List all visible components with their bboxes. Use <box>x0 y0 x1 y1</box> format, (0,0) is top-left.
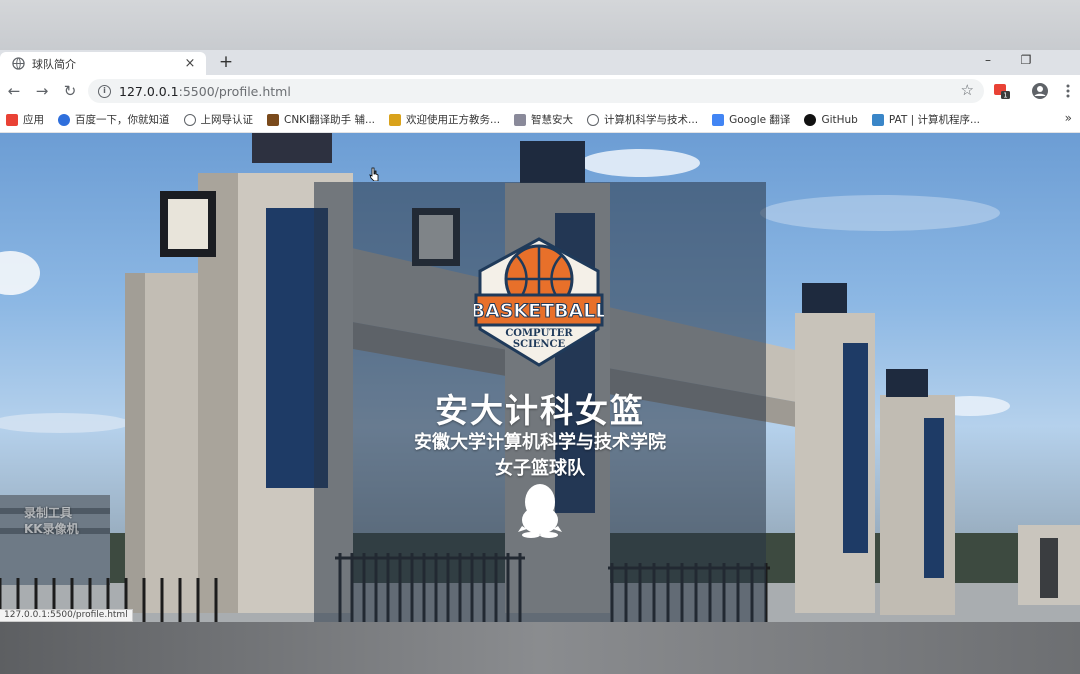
minimize-button[interactable]: – <box>968 50 1008 72</box>
forward-button[interactable]: → <box>28 77 56 105</box>
ahu-icon <box>514 113 527 126</box>
screen: 球队简介 × + – ❐ ← → ↻ i 127.0.0.1 :5500/pro… <box>0 0 1080 674</box>
page-viewport: BASKETBALL COMPUTER SCIENCE 安大计科女篮 安徽大学计… <box>0 133 1080 622</box>
status-bar-url: 127.0.0.1:5500/profile.html <box>0 609 133 622</box>
svg-text:1: 1 <box>1003 92 1007 100</box>
bookmarks-bar: 应用 百度一下，你就知道 上网导认证 CNKI翻译助手 辅... 欢迎使用正方教务...… <box>0 107 1080 133</box>
bookmark-item[interactable]: Google 翻译 <box>712 112 790 127</box>
bookmark-label: GitHub <box>821 113 858 126</box>
globe-icon <box>183 113 196 126</box>
basketball-team-logo: BASKETBALL COMPUTER SCIENCE <box>474 237 604 367</box>
bookmark-label: 应用 <box>23 114 44 126</box>
restore-button[interactable]: ❐ <box>1006 50 1046 72</box>
bookmark-item[interactable]: 应用 <box>6 112 44 127</box>
bookmark-label: PAT | 计算机程序... <box>888 114 980 126</box>
profile-avatar-icon[interactable] <box>1031 82 1049 100</box>
tab-strip: 球队简介 × + – ❐ <box>0 50 1080 75</box>
pat-icon <box>871 113 884 126</box>
team-name: 女子篮球队 <box>495 458 585 479</box>
bookmark-label: 上网导认证 <box>200 114 254 126</box>
logo-sub1: COMPUTER <box>505 328 573 339</box>
bookmark-item[interactable]: CNKI翻译助手 辅... <box>267 112 375 127</box>
desktop-bottom-band <box>0 622 1080 674</box>
new-tab-button[interactable]: + <box>216 52 236 72</box>
watermark-line2: KK录像机 <box>24 522 79 536</box>
globe-icon <box>587 113 600 126</box>
globe-icon <box>12 57 25 70</box>
baidu-paw-icon <box>58 113 70 126</box>
back-button[interactable]: ← <box>0 77 28 105</box>
cnki-icon <box>267 113 279 126</box>
college-name: 安徽大学计算机科学与技术学院 <box>414 432 666 453</box>
github-icon <box>804 113 817 126</box>
url-path: :5500/profile.html <box>178 83 291 99</box>
address-bar[interactable]: i 127.0.0.1 :5500/profile.html ☆ <box>88 79 984 103</box>
bookmark-label: Google 翻译 <box>729 114 791 126</box>
bookmark-label: CNKI翻译助手 辅... <box>284 114 376 126</box>
tab-profile[interactable]: 球队简介 × <box>0 52 206 75</box>
bookmark-item[interactable]: PAT | 计算机程序... <box>871 112 980 127</box>
logo-word: BASKETBALL <box>474 300 604 322</box>
google-translate-icon <box>712 113 725 126</box>
bookmark-star-icon[interactable]: ☆ <box>961 81 974 99</box>
watermark-line1: 录制工具 <box>24 506 73 520</box>
apps-grid-icon <box>6 113 18 126</box>
bookmark-label: 计算机科学与技术... <box>604 114 699 126</box>
bookmark-item[interactable]: 百度一下，你就知道 <box>58 112 170 127</box>
menu-kebab-icon[interactable] <box>1059 82 1077 100</box>
bookmark-item[interactable]: 欢迎使用正方教务... <box>389 112 500 127</box>
browser-toolbar: ← → ↻ i 127.0.0.1 :5500/profile.html ☆ 1 <box>0 75 1080 107</box>
bookmark-item[interactable]: 智慧安大 <box>514 112 573 127</box>
desktop-top-band <box>0 0 1080 50</box>
url-host: 127.0.0.1 <box>119 83 179 99</box>
bookmark-item[interactable]: 上网导认证 <box>183 112 254 127</box>
bookmarks-overflow-button[interactable]: » <box>1065 111 1072 125</box>
tab-close-icon[interactable]: × <box>182 56 198 71</box>
bookmark-item[interactable]: 计算机科学与技术... <box>587 112 698 127</box>
reload-button[interactable]: ↻ <box>56 77 84 105</box>
recorder-watermark: 录制工具 KK录像机 <box>24 505 79 537</box>
tab-title: 球队简介 <box>32 57 76 71</box>
zf-icon <box>389 113 402 126</box>
bookmark-label: 欢迎使用正方教务... <box>406 114 501 126</box>
logo-sub2: SCIENCE <box>513 339 566 350</box>
team-headline: 安大计科女篮 <box>435 391 645 430</box>
bookmark-label: 百度一下，你就知道 <box>75 114 170 126</box>
extension-icon[interactable]: 1 <box>993 82 1011 100</box>
hand-cursor-icon <box>369 167 379 181</box>
hero-overlay: BASKETBALL COMPUTER SCIENCE 安大计科女篮 安徽大学计… <box>314 182 766 622</box>
info-icon[interactable]: i <box>98 84 111 98</box>
bookmark-item[interactable]: GitHub <box>804 113 858 126</box>
qq-penguin-icon[interactable] <box>517 482 563 538</box>
bookmark-label: 智慧安大 <box>531 114 574 126</box>
